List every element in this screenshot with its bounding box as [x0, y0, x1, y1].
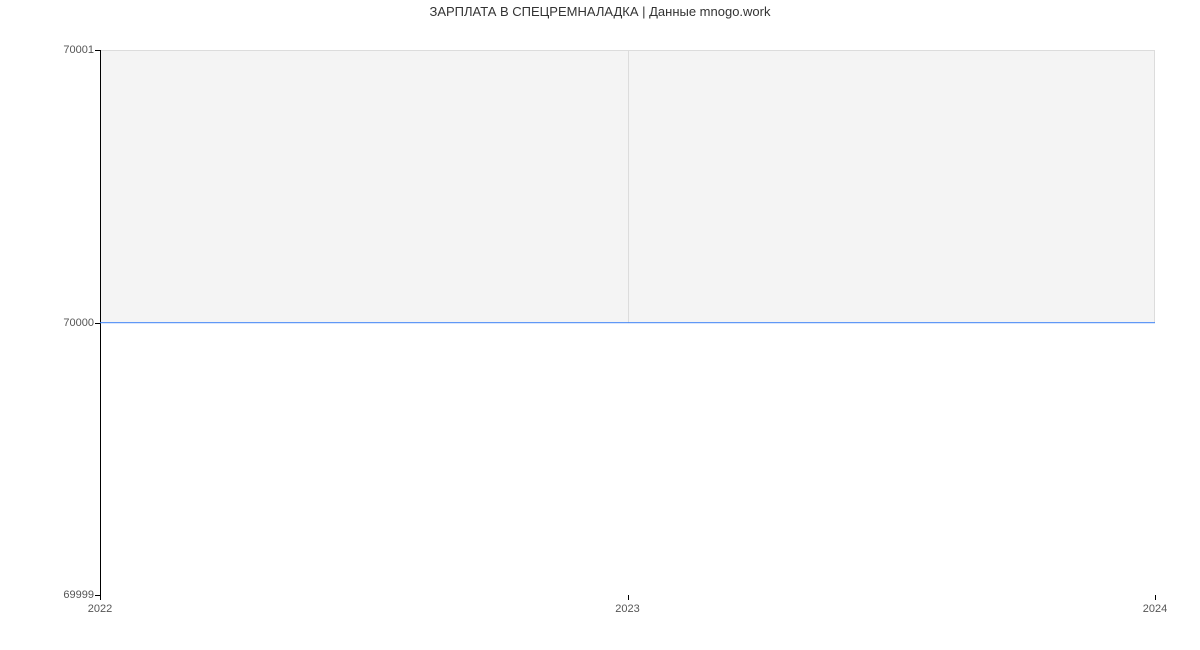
y-tick-label: 70001: [4, 44, 94, 56]
series-line-salary: [100, 322, 1155, 323]
plot-area: [100, 50, 1155, 595]
y-tick: [95, 50, 100, 51]
x-tick: [1155, 595, 1156, 600]
x-tick: [100, 595, 101, 600]
y-tick-label: 69999: [4, 589, 94, 601]
x-tick: [628, 595, 629, 600]
x-tick-label: 2024: [1143, 603, 1167, 615]
x-tick-label: 2023: [615, 603, 639, 615]
x-tick-label: 2022: [88, 603, 112, 615]
salary-chart: ЗАРПЛАТА В СПЕЦРЕМНАЛАДКА | Данные mnogo…: [0, 0, 1200, 650]
y-tick-label: 70000: [4, 317, 94, 329]
grid-vline-2023: [628, 50, 629, 323]
chart-title: ЗАРПЛАТА В СПЕЦРЕМНАЛАДКА | Данные mnogo…: [0, 4, 1200, 19]
